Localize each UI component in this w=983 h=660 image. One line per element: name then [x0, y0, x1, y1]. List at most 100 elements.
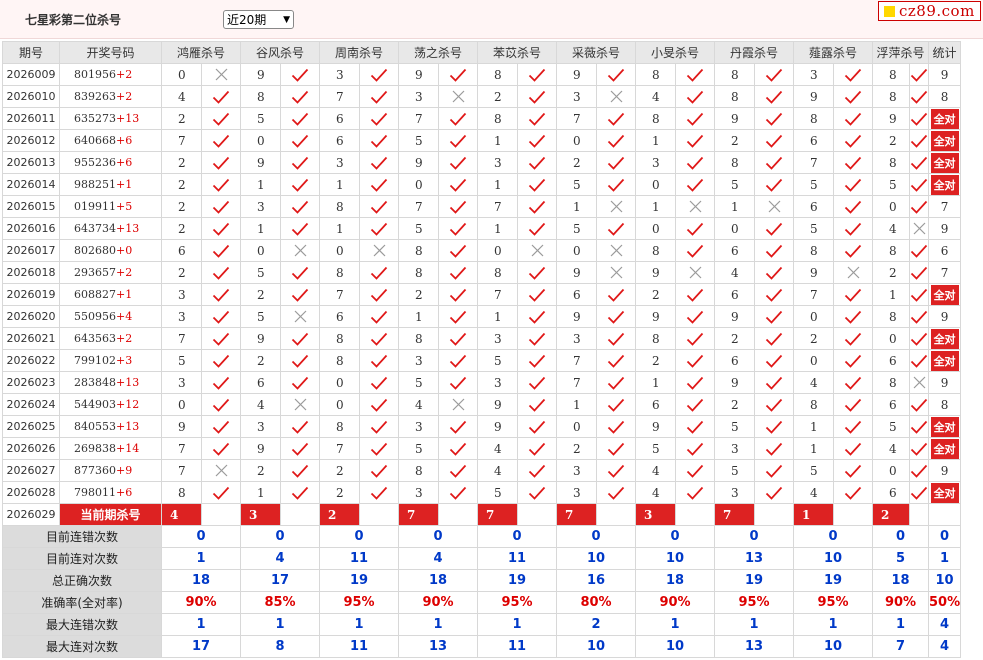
stat-value: 9 — [940, 375, 949, 390]
mark-cell — [833, 173, 873, 196]
check-icon — [835, 420, 872, 434]
mark-cell — [596, 437, 636, 460]
mark-cell — [517, 63, 557, 86]
mark-cell — [359, 371, 399, 394]
mark-cell — [438, 261, 478, 284]
kill-number: 2 — [714, 327, 755, 350]
kill-number: 2 — [319, 481, 360, 504]
summary-value: 1 — [161, 547, 241, 570]
check-icon — [598, 112, 635, 126]
cross-icon — [282, 398, 319, 411]
check-icon — [203, 90, 240, 104]
period-cell: 2026023 — [2, 371, 60, 394]
mark-cell — [359, 327, 399, 350]
kill-number: 0 — [793, 305, 834, 328]
site-logo[interactable]: cz89.com — [878, 1, 981, 21]
kill-number: 0 — [477, 239, 518, 262]
kill-number: 2 — [161, 107, 202, 130]
kill-number: 9 — [635, 305, 676, 328]
mark-cell — [517, 173, 557, 196]
chevron-down-icon[interactable]: ▼ — [283, 15, 290, 25]
check-icon — [519, 178, 556, 192]
summary-value: 95% — [714, 591, 794, 614]
summary-value: 4 — [927, 635, 962, 658]
kill-number: 8 — [714, 151, 755, 174]
summary-row: 目前连对次数 1 4 11 4 11 10 10 13 10 5 1 — [2, 547, 962, 570]
kill-number: 9 — [556, 305, 597, 328]
table-row: 2026013 955236+6 2 9 3 9 3 2 3 8 7 8 全对 — [2, 151, 962, 174]
check-icon — [835, 376, 872, 390]
column-header: 薤露杀号 — [793, 41, 873, 64]
kill-number: 2 — [556, 437, 597, 460]
mark-cell — [833, 129, 873, 152]
kill-number: 9 — [240, 437, 281, 460]
check-icon — [756, 134, 793, 148]
check-icon — [440, 266, 477, 280]
kill-number: 9 — [635, 415, 676, 438]
kill-number: 8 — [793, 107, 834, 130]
kill-number: 1 — [793, 437, 834, 460]
check-icon — [440, 376, 477, 390]
check-icon — [440, 178, 477, 192]
draw-digits: 608827 — [74, 288, 116, 301]
check-icon — [282, 68, 319, 82]
check-icon — [519, 442, 556, 456]
mark-cell — [596, 283, 636, 306]
mark-cell — [833, 107, 873, 130]
kill-number: 6 — [793, 129, 834, 152]
check-icon — [677, 442, 714, 456]
kill-number: 8 — [635, 239, 676, 262]
draw-digits: 802680 — [74, 244, 116, 257]
kill-number: 2 — [556, 151, 597, 174]
check-icon — [203, 354, 240, 368]
check-icon — [440, 134, 477, 148]
mark-cell — [596, 393, 636, 416]
summary-label: 最大连对次数 — [2, 635, 162, 658]
cross-icon — [598, 90, 635, 103]
mark-cell — [909, 129, 929, 152]
mark-cell — [280, 173, 320, 196]
stat-value: 7 — [940, 199, 949, 214]
check-icon — [361, 156, 398, 170]
summary-value: 18 — [872, 569, 929, 592]
check-icon — [203, 266, 240, 280]
draw-number-cell: 643563+2 — [59, 327, 162, 350]
check-icon — [440, 332, 477, 346]
summary-value: 10 — [635, 547, 715, 570]
check-icon — [361, 90, 398, 104]
check-icon — [677, 244, 714, 258]
kill-number: 2 — [872, 261, 910, 284]
mark-cell — [359, 261, 399, 284]
mark-cell — [438, 393, 478, 416]
mark-cell — [675, 173, 715, 196]
check-icon — [756, 486, 793, 500]
kill-number: 5 — [714, 415, 755, 438]
kill-number: 4 — [793, 481, 834, 504]
mark-cell — [833, 239, 873, 262]
kill-number: 8 — [319, 327, 360, 350]
check-icon — [910, 420, 928, 434]
check-icon — [282, 90, 319, 104]
check-icon — [677, 376, 714, 390]
mark-cell — [359, 415, 399, 438]
period-select[interactable]: 近20期 ▼ — [223, 10, 294, 29]
kill-number: 4 — [635, 459, 676, 482]
summary-value: 0 — [556, 525, 636, 548]
kill-number: 1 — [319, 217, 360, 240]
kill-number: 6 — [319, 107, 360, 130]
stat-cell: 7 — [927, 261, 962, 284]
check-icon — [440, 156, 477, 170]
check-icon — [282, 288, 319, 302]
empty-cell — [909, 503, 929, 526]
mark-cell — [438, 459, 478, 482]
mark-cell — [201, 261, 241, 284]
kill-number: 0 — [161, 63, 202, 86]
kill-number: 7 — [398, 195, 439, 218]
empty-cell — [596, 503, 636, 526]
check-icon — [677, 354, 714, 368]
summary-row: 最大连错次数 1 1 1 1 1 2 1 1 1 1 4 — [2, 613, 962, 636]
kill-number: 3 — [161, 371, 202, 394]
table-row: 2026018 293657+2 2 5 8 8 8 9 9 4 9 2 7 — [2, 261, 962, 284]
summary-value: 11 — [319, 635, 399, 658]
mark-cell — [201, 283, 241, 306]
